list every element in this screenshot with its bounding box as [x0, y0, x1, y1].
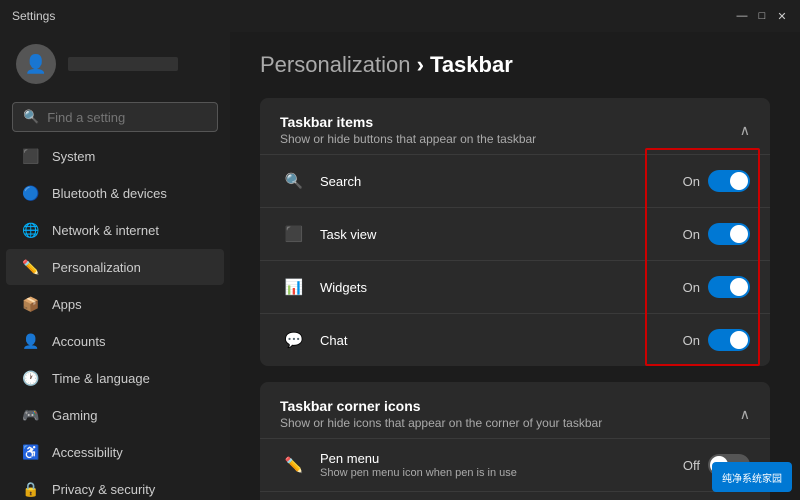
sidebar-item-label-apps: Apps	[52, 297, 82, 312]
widgets-toggle-thumb	[730, 278, 748, 296]
accounts-icon: 👤	[22, 332, 40, 350]
sidebar-item-time[interactable]: 🕐 Time & language	[6, 360, 224, 396]
section-subtitle: Show or hide buttons that appear on the …	[280, 132, 536, 146]
breadcrumb: Personalization	[260, 52, 410, 77]
setting-row-taskview: ⬛ Task view On	[260, 207, 770, 260]
taskview-label: Task view	[320, 227, 683, 242]
watermark: 纯净系统家园	[712, 462, 792, 492]
widgets-label: Widgets	[320, 280, 683, 295]
corner-section-header-text: Taskbar corner icons Show or hide icons …	[280, 398, 602, 430]
chat-icon: 💬	[280, 326, 308, 354]
gaming-icon: 🎮	[22, 406, 40, 424]
sidebar-item-label-network: Network & internet	[52, 223, 159, 238]
profile-name	[68, 57, 178, 71]
setting-row-chat: 💬 Chat On	[260, 313, 770, 366]
system-icon: ⬛	[22, 147, 40, 165]
breadcrumb-separator: ›	[417, 52, 430, 77]
titlebar-title: Settings	[12, 9, 55, 23]
profile-section: 👤	[0, 32, 230, 96]
taskview-toggle-thumb	[730, 225, 748, 243]
bluetooth-icon: 🔵	[22, 184, 40, 202]
taskview-toggle-group: On	[683, 223, 750, 245]
chat-toggle-group: On	[683, 329, 750, 351]
sidebar-item-label-privacy: Privacy & security	[52, 482, 155, 497]
chat-toggle-label: On	[683, 333, 700, 348]
taskbar-items-section: Taskbar items Show or hide buttons that …	[260, 98, 770, 366]
sidebar-item-accessibility[interactable]: ♿ Accessibility	[6, 434, 224, 470]
taskbar-items-rows: 🔍 Search On ⬛ Task view On 📊 Widgets On …	[260, 154, 770, 366]
page-header: Personalization › Taskbar	[260, 52, 770, 78]
sidebar-item-accounts[interactable]: 👤 Accounts	[6, 323, 224, 359]
nav-container: ⬛ System 🔵 Bluetooth & devices 🌐 Network…	[0, 138, 230, 500]
corner-section-header: Taskbar corner icons Show or hide icons …	[260, 382, 770, 438]
sidebar-item-label-time: Time & language	[52, 371, 150, 386]
section-title: Taskbar items	[280, 114, 536, 130]
corner-items-rows: ✏️ Pen menu Show pen menu icon when pen …	[260, 438, 770, 500]
page-title: Taskbar	[430, 52, 513, 77]
section-header-text: Taskbar items Show or hide buttons that …	[280, 114, 536, 146]
accessibility-icon: ♿	[22, 443, 40, 461]
section-header: Taskbar items Show or hide buttons that …	[260, 98, 770, 154]
widgets-toggle-group: On	[683, 276, 750, 298]
window-controls: — □ ✕	[736, 10, 788, 22]
personalization-icon: ✏️	[22, 258, 40, 276]
sidebar: 👤 🔍 ⬛ System 🔵 Bluetooth & devices 🌐 Net…	[0, 32, 230, 500]
sidebar-item-system[interactable]: ⬛ System	[6, 138, 224, 174]
sidebar-item-network[interactable]: 🌐 Network & internet	[6, 212, 224, 248]
widgets-toggle-label: On	[683, 280, 700, 295]
app-container: 👤 🔍 ⬛ System 🔵 Bluetooth & devices 🌐 Net…	[0, 32, 800, 500]
pen-icon: ✏️	[280, 451, 308, 479]
search-toggle-label: On	[683, 174, 700, 189]
search-toggle-thumb	[730, 172, 748, 190]
pen-sublabel: Show pen menu icon when pen is in use	[320, 467, 683, 479]
corner-section-subtitle: Show or hide icons that appear on the co…	[280, 416, 602, 430]
sidebar-item-label-accounts: Accounts	[52, 334, 105, 349]
taskview-icon: ⬛	[280, 220, 308, 248]
setting-row-search: 🔍 Search On	[260, 154, 770, 207]
sidebar-item-privacy[interactable]: 🔒 Privacy & security	[6, 471, 224, 500]
maximize-button[interactable]: □	[756, 10, 768, 22]
sidebar-item-gaming[interactable]: 🎮 Gaming	[6, 397, 224, 433]
corner-chevron-up-icon[interactable]: ∧	[740, 406, 750, 423]
close-button[interactable]: ✕	[776, 10, 788, 22]
search-box[interactable]: 🔍	[12, 102, 218, 132]
search-input[interactable]	[47, 110, 207, 125]
corner-row-pen: ✏️ Pen menu Show pen menu icon when pen …	[260, 438, 770, 491]
search-toggle[interactable]	[708, 170, 750, 192]
search-toggle-group: On	[683, 170, 750, 192]
taskview-toggle[interactable]	[708, 223, 750, 245]
pen-toggle-label: Off	[683, 458, 700, 473]
sidebar-item-label-personalization: Personalization	[52, 260, 141, 275]
sidebar-item-bluetooth[interactable]: 🔵 Bluetooth & devices	[6, 175, 224, 211]
minimize-button[interactable]: —	[736, 10, 748, 22]
main-content: Personalization › Taskbar Taskbar items …	[230, 32, 800, 500]
network-icon: 🌐	[22, 221, 40, 239]
search-icon: 🔍	[23, 109, 39, 125]
titlebar: Settings — □ ✕	[0, 0, 800, 32]
sidebar-item-apps[interactable]: 📦 Apps	[6, 286, 224, 322]
sidebar-item-label-system: System	[52, 149, 95, 164]
chat-label: Chat	[320, 333, 683, 348]
chat-toggle[interactable]	[708, 329, 750, 351]
sidebar-item-label-bluetooth: Bluetooth & devices	[52, 186, 167, 201]
taskview-toggle-label: On	[683, 227, 700, 242]
chevron-up-icon[interactable]: ∧	[740, 122, 750, 139]
chat-toggle-thumb	[730, 331, 748, 349]
avatar: 👤	[16, 44, 56, 84]
sidebar-item-label-gaming: Gaming	[52, 408, 98, 423]
search-label: Search	[320, 174, 683, 189]
corner-row-keyboard: ⌨️ Touch keyboard Always show touch keyb…	[260, 491, 770, 500]
time-icon: 🕐	[22, 369, 40, 387]
widgets-icon: 📊	[280, 273, 308, 301]
sidebar-item-personalization[interactable]: ✏️ Personalization	[6, 249, 224, 285]
search-icon: 🔍	[280, 167, 308, 195]
privacy-icon: 🔒	[22, 480, 40, 498]
apps-icon: 📦	[22, 295, 40, 313]
widgets-toggle[interactable]	[708, 276, 750, 298]
corner-section-title: Taskbar corner icons	[280, 398, 602, 414]
pen-label: Pen menu Show pen menu icon when pen is …	[320, 451, 683, 479]
taskbar-corner-section: Taskbar corner icons Show or hide icons …	[260, 382, 770, 500]
sidebar-item-label-accessibility: Accessibility	[52, 445, 123, 460]
setting-row-widgets: 📊 Widgets On	[260, 260, 770, 313]
